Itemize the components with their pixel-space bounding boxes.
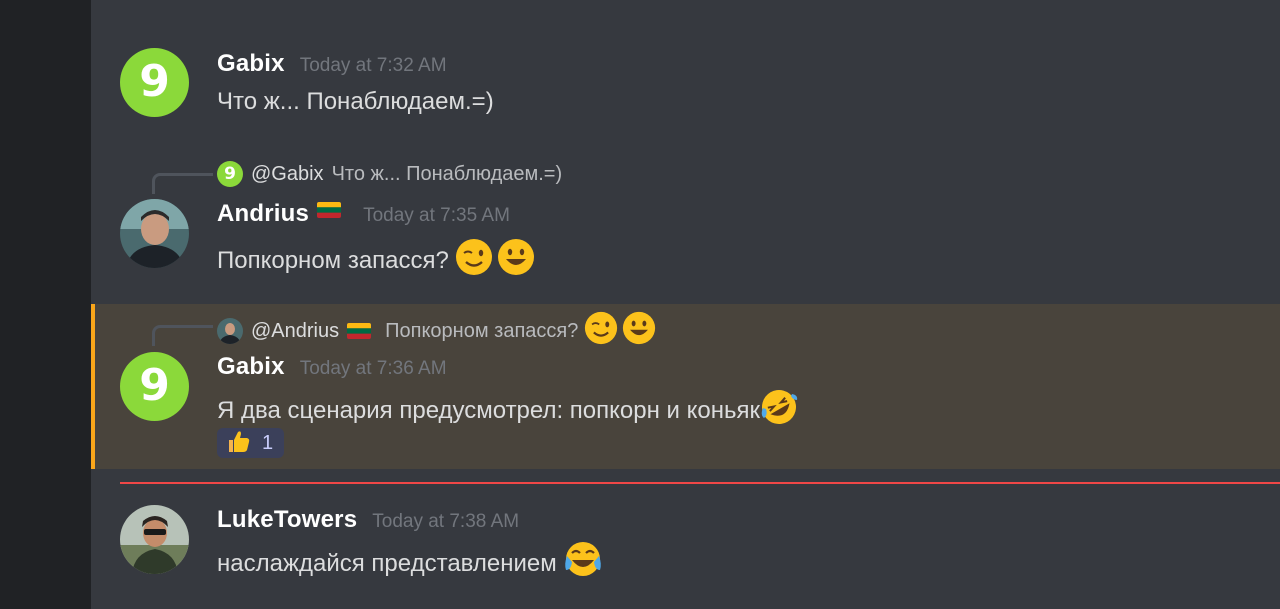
username[interactable]: Andrius: [217, 200, 309, 228]
reply-spine: [152, 173, 213, 194]
winking-face-emoji-icon: [455, 238, 493, 283]
message-content: Что ж... Понаблюдаем.=): [217, 88, 494, 116]
avatar[interactable]: [120, 505, 189, 574]
message-header: Andrius Today at 7:35 AM: [217, 200, 510, 228]
message-header: LukeTowers Today at 7:38 AM: [217, 506, 519, 534]
grinning-face-emoji-icon: [497, 238, 535, 283]
reply-avatar-glyph: 9: [224, 164, 236, 184]
avatar[interactable]: [120, 199, 189, 268]
avatar-glyph: 9: [139, 55, 170, 107]
username[interactable]: Gabix: [217, 50, 285, 78]
message-text: Что ж... Понаблюдаем.=): [217, 88, 494, 115]
rolling-on-floor-laughing-emoji-icon: [760, 388, 798, 433]
reply-username[interactable]: @Andrius: [251, 320, 339, 343]
message-text: Я два сценария предусмотрел: попкорн и к…: [217, 396, 760, 424]
username[interactable]: LukeTowers: [217, 506, 357, 534]
reply-preview[interactable]: 9 @Gabix Что ж... Понаблюдаем.=): [217, 161, 562, 187]
chat-messages: 9 Gabix Today at 7:32 AM Что ж... Понабл…: [91, 0, 1280, 609]
reply-username[interactable]: @Gabix: [251, 163, 324, 186]
grinning-face-emoji-icon: [622, 311, 656, 351]
timestamp: Today at 7:32 AM: [299, 55, 447, 76]
reply-avatar: 9: [217, 161, 243, 187]
avatar[interactable]: 9: [120, 352, 189, 421]
message-header: Gabix Today at 7:36 AM: [217, 353, 447, 381]
reply-text: Что ж... Понаблюдаем.=): [331, 162, 563, 185]
reply-spine: [152, 325, 213, 346]
thumbs-up-emoji-icon: [226, 428, 252, 459]
reaction-thumbs-up[interactable]: 1: [217, 428, 285, 459]
timestamp: Today at 7:36 AM: [299, 358, 447, 379]
reply-avatar: [217, 318, 243, 344]
avatar-glyph: 9: [139, 359, 170, 411]
reaction-count: 1: [262, 431, 274, 454]
message-text: наслаждайся представлением: [217, 549, 557, 577]
reply-text: Попкорном запасся?: [385, 319, 579, 342]
face-with-tears-of-joy-emoji-icon: [563, 540, 603, 587]
lithuania-flag-icon: [347, 323, 372, 339]
message-content: Я два сценария предусмотрел: попкорн и к…: [217, 388, 798, 433]
lithuania-flag-icon: [317, 202, 342, 218]
timestamp: Today at 7:35 AM: [363, 205, 510, 226]
andrius-photo: [120, 199, 189, 268]
message-content: Попкорном запасся?: [217, 238, 535, 283]
luketowers-photo: [120, 505, 189, 574]
winking-face-emoji-icon: [584, 311, 618, 351]
new-messages-divider: [120, 482, 1280, 484]
message-text: Попкорном запасся?: [217, 246, 449, 274]
avatar[interactable]: 9: [120, 48, 189, 117]
left-rail: [0, 0, 91, 609]
message-header: Gabix Today at 7:32 AM: [217, 50, 447, 78]
message-content: наслаждайся представлением: [217, 540, 603, 587]
username[interactable]: Gabix: [217, 353, 285, 381]
reply-preview[interactable]: @Andrius Попкорном запасся?: [217, 311, 656, 351]
timestamp: Today at 7:38 AM: [372, 511, 520, 532]
